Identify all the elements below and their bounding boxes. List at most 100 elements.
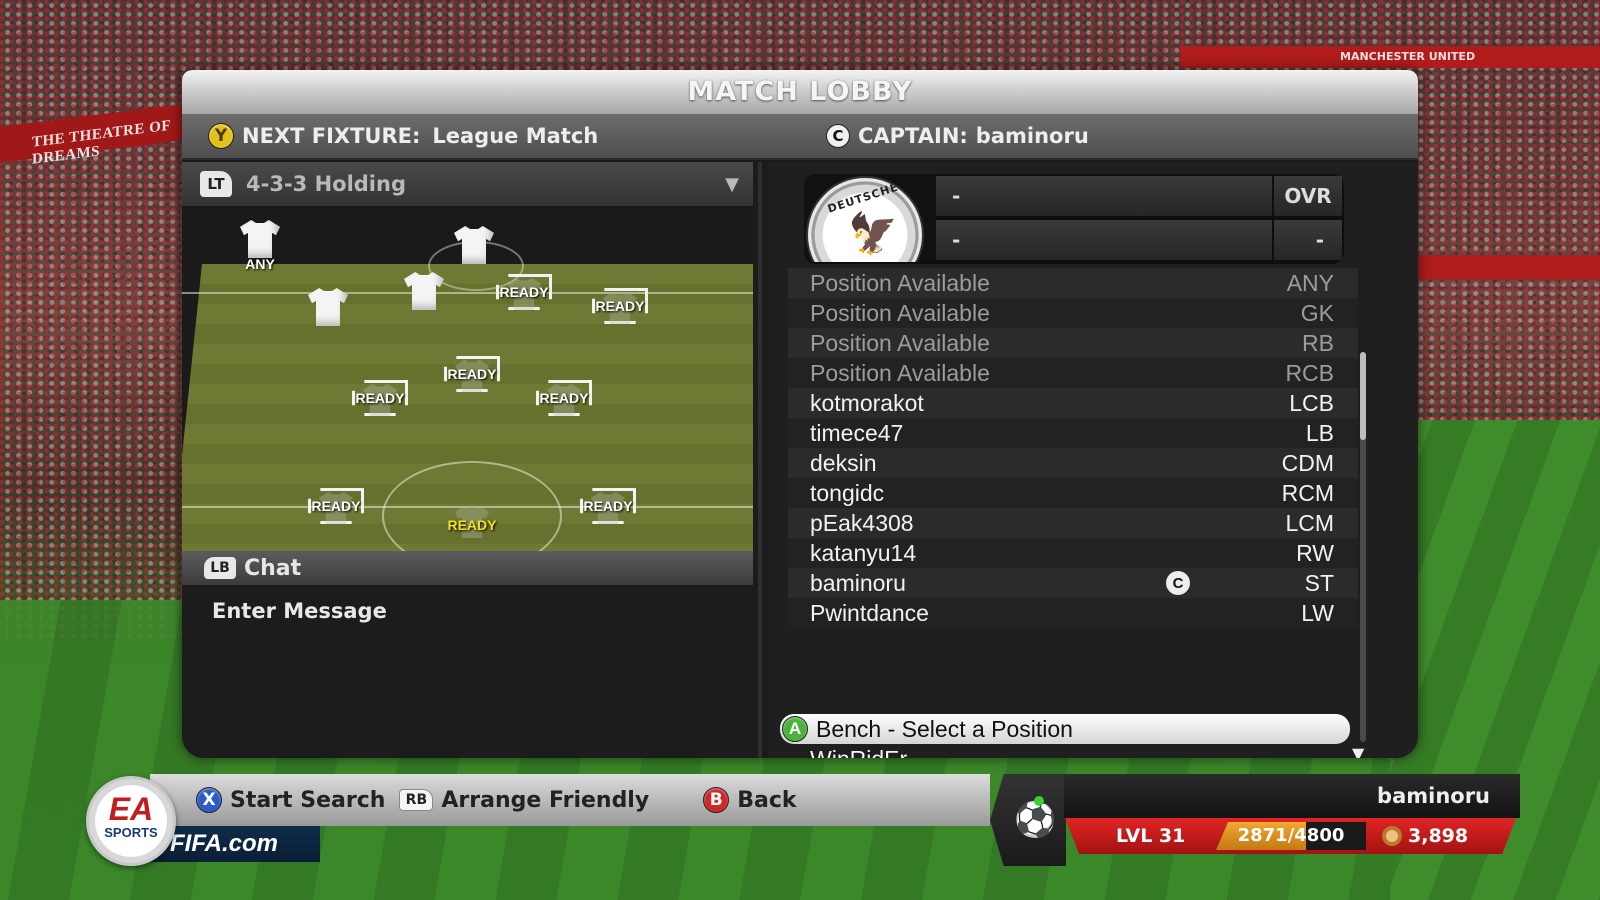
eagle-icon: 🦅 (848, 211, 898, 257)
shirt-icon (454, 226, 494, 264)
ready-label: READY (355, 390, 405, 406)
profile-stats: LVL 31 2871/4800 3,898 (1065, 818, 1516, 854)
player-name: Position Available (810, 269, 990, 296)
player-name: katanyu14 (810, 539, 917, 566)
page-title: MATCH LOBBY (687, 76, 913, 107)
ovr-header: OVR (1274, 176, 1342, 216)
coin-icon (1382, 826, 1402, 846)
roster-row[interactable]: baminoru C ST (788, 568, 1358, 598)
team-name-row: - (936, 176, 1272, 216)
player-name: Position Available (810, 299, 990, 326)
ready-player-slot[interactable]: READY (496, 274, 552, 310)
formation-name: 4-3-3 Holding (246, 172, 406, 196)
scroll-down-icon[interactable]: ▼ (1352, 744, 1364, 758)
crest-text: DEUTSCHER (826, 177, 910, 216)
player-profile: ⚽ baminoru LVL 31 2871/4800 3,898 (990, 774, 1520, 866)
lt-button-icon: LT (200, 171, 232, 197)
formation-panel: LT 4-3-3 Holding ▼ ANY READY READY READY… (182, 162, 762, 758)
roster-row[interactable]: Position Available RB (788, 328, 1358, 358)
roster-row[interactable]: tongidc RCM (788, 478, 1358, 508)
chat-header[interactable]: LB Chat (182, 551, 753, 585)
roster-row[interactable]: Position Available RCB (788, 358, 1358, 388)
ready-label: READY (595, 298, 645, 314)
button-hint-bar: X Start Search RB Arrange Friendly B Bac… (150, 774, 990, 826)
shirt-icon (404, 272, 444, 310)
player-position: RB (1302, 329, 1334, 356)
roster-row[interactable]: deksin CDM (788, 448, 1358, 478)
captain-icon: C (826, 124, 850, 148)
team-name-row: - (936, 220, 1272, 260)
ready-player-slot[interactable]: READY (592, 288, 648, 324)
crowd-top (190, 0, 1380, 80)
shirt-icon (240, 220, 280, 258)
roster-row[interactable]: Pwintdance LW (788, 598, 1358, 628)
arrange-friendly-button[interactable]: RB Arrange Friendly (399, 788, 649, 813)
xp-text: 2871/4800 (1237, 825, 1345, 846)
captain-name: baminoru (975, 124, 1089, 148)
ready-label: READY (499, 284, 549, 300)
bench-player[interactable]: WinRidEr (810, 746, 907, 758)
crowd-left (0, 0, 190, 640)
bench-select-position[interactable]: A Bench - Select a Position (780, 714, 1350, 744)
back-button[interactable]: B Back (703, 787, 797, 813)
formation-pitch: ANY READY READY READY READY READY READY … (182, 206, 753, 551)
player-position: RCB (1285, 359, 1334, 386)
player-position: RW (1296, 539, 1334, 566)
player-position: LCM (1285, 509, 1334, 536)
roster-row[interactable]: Position Available GK (788, 298, 1358, 328)
next-fixture[interactable]: Y NEXT FIXTURE: League Match (182, 123, 812, 149)
ready-player-slot[interactable]: READY (536, 380, 592, 416)
start-search-label: Start Search (230, 787, 386, 813)
player-name: Position Available (810, 359, 990, 386)
ready-player-slot[interactable]: READY (352, 380, 408, 416)
sports-text: SPORTS (104, 825, 158, 840)
player-position: RCM (1281, 479, 1334, 506)
team-header: DEUTSCHER 🦅 - OVR - - (804, 174, 1344, 264)
ready-label: READY (539, 390, 589, 406)
shirt-icon (308, 288, 348, 326)
profile-icon-box: ⚽ (990, 774, 1066, 866)
match-lobby-panel: MATCH LOBBY Y NEXT FIXTURE: League Match… (182, 70, 1418, 758)
chat-message-input[interactable]: Enter Message (182, 585, 758, 623)
fixture-bar: Y NEXT FIXTURE: League Match C CAPTAIN: … (182, 114, 1418, 160)
rb-button-icon: RB (399, 789, 434, 811)
player-name: Pwintdance (810, 599, 929, 626)
player-name: timece47 (810, 419, 904, 446)
ready-label: READY (447, 517, 497, 533)
pitch-player-slot[interactable] (394, 272, 454, 310)
pitch-player-slot[interactable] (444, 226, 504, 264)
x-button-icon: X (196, 787, 222, 813)
ready-player-slot[interactable]: READY (444, 356, 500, 392)
player-name: baminoru (810, 569, 906, 596)
roster-row[interactable]: katanyu14 RW (788, 538, 1358, 568)
scroll-thumb[interactable] (1360, 352, 1366, 440)
ea-sports-logo: EA SPORTS (86, 776, 176, 866)
start-search-button[interactable]: X Start Search (196, 787, 385, 813)
coins: 3,898 (1382, 825, 1468, 847)
formation-selector[interactable]: LT 4-3-3 Holding ▼ (182, 162, 753, 206)
roster-scrollbar[interactable] (1360, 352, 1366, 742)
captain-icon: C (1166, 571, 1190, 595)
bench-label: Bench - Select a Position (816, 715, 1073, 742)
player-name: deksin (810, 449, 877, 476)
ready-player-slot[interactable]: READY (580, 488, 636, 524)
chevron-down-icon[interactable]: ▼ (725, 174, 739, 195)
b-button-icon: B (703, 787, 730, 813)
player-kicking-icon: ⚽ (1014, 800, 1057, 840)
ready-player-slot-selected[interactable]: READY (444, 502, 500, 538)
team-crest: DEUTSCHER 🦅 (804, 174, 936, 262)
roster-row[interactable]: pEak4308 LCM (788, 508, 1358, 538)
player-position: LW (1301, 599, 1334, 626)
roster-panel: DEUTSCHER 🦅 - OVR - - Position Available… (768, 162, 1418, 758)
player-level: LVL 31 (1116, 825, 1186, 847)
ovr-value: - (1274, 220, 1342, 260)
roster-row[interactable]: timece47 LB (788, 418, 1358, 448)
ready-player-slot[interactable]: READY (308, 488, 364, 524)
y-button-icon: Y (208, 123, 234, 149)
roster-row[interactable]: Position Available ANY (788, 268, 1358, 298)
roster-row[interactable]: kotmorakot LCB (788, 388, 1358, 418)
player-name: kotmorakot (810, 389, 924, 416)
pitch-player-slot[interactable] (298, 288, 358, 326)
pitch-player-slot[interactable]: ANY (230, 220, 290, 272)
ready-label: READY (583, 498, 633, 514)
